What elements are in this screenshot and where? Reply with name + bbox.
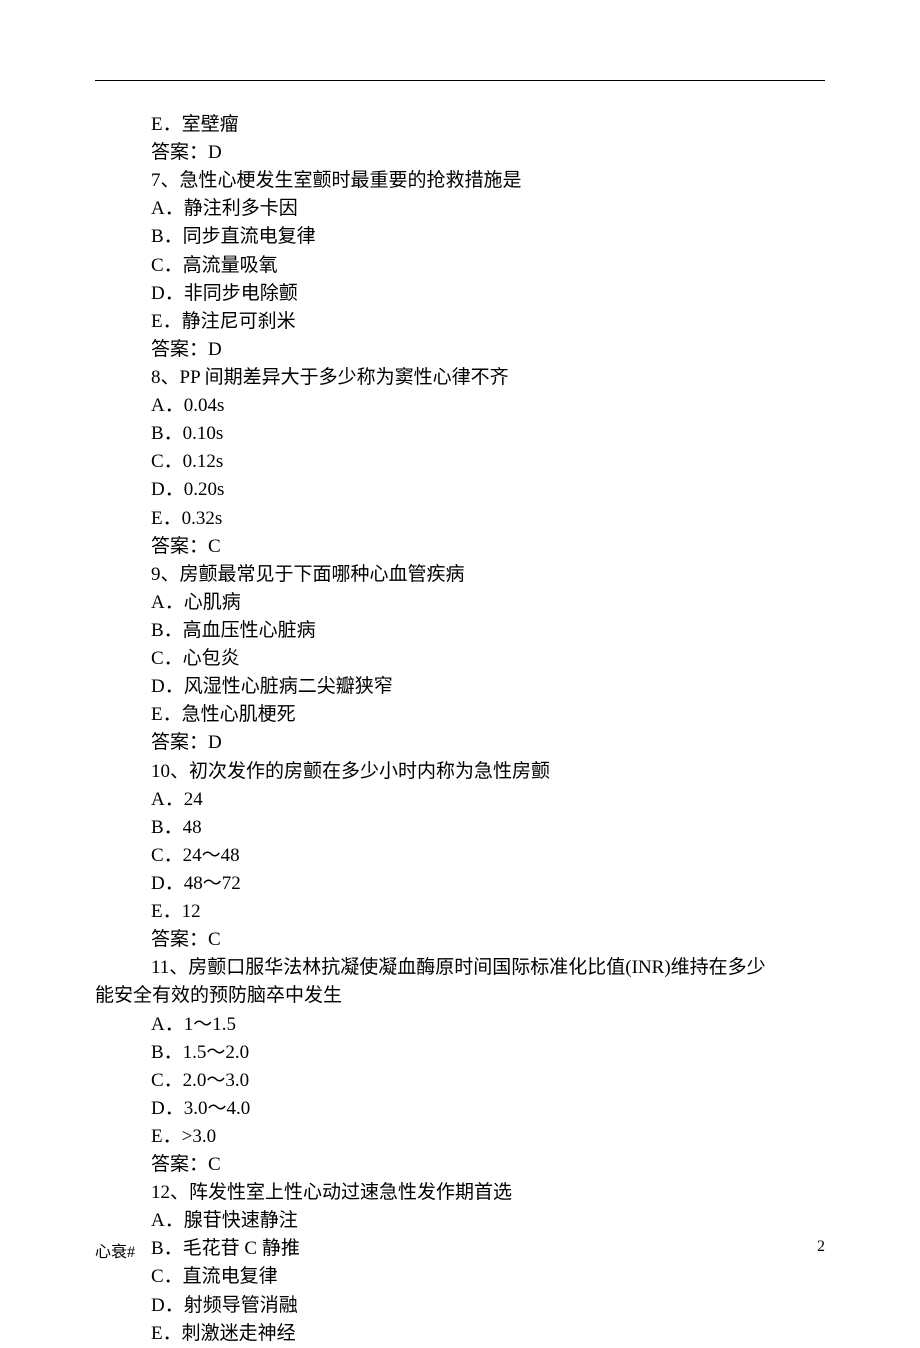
footer-left: 心衰#: [95, 1238, 135, 1262]
text-line: 答案：C: [95, 1151, 825, 1179]
text-line: B．48: [95, 814, 825, 842]
text-line: C．0.12s: [95, 448, 825, 476]
text-line: 12、阵发性室上性心动过速急性发作期首选: [95, 1179, 825, 1207]
text-line: 7、急性心梗发生室颤时最重要的抢救措施是: [95, 167, 825, 195]
text-line: 答案：C: [95, 926, 825, 954]
text-line: B．同步直流电复律: [95, 223, 825, 251]
text-line: B．0.10s: [95, 420, 825, 448]
text-line: A．静注利多卡因: [95, 195, 825, 223]
text-line: E．急性心肌梗死: [95, 701, 825, 729]
page-footer: 心衰# 2: [95, 1238, 825, 1262]
text-line: 答案：D: [95, 336, 825, 364]
text-line: A．24: [95, 786, 825, 814]
text-line: 10、初次发作的房颤在多少小时内称为急性房颤: [95, 758, 825, 786]
text-line: C．直流电复律: [95, 1263, 825, 1291]
document-body: E．室壁瘤答案：D7、急性心梗发生室颤时最重要的抢救措施是A．静注利多卡因B．同…: [95, 111, 825, 1348]
text-line: D．3.0～4.0: [95, 1095, 825, 1123]
text-line: A．腺苷快速静注: [95, 1207, 825, 1235]
header-divider: [95, 80, 825, 81]
text-line: E．静注尼可刹米: [95, 308, 825, 336]
text-line: E．>3.0: [95, 1123, 825, 1151]
text-line: C．2.0～3.0: [95, 1067, 825, 1095]
text-line: E．12: [95, 898, 825, 926]
text-line: D．48～72: [95, 870, 825, 898]
text-line: A．心肌病: [95, 589, 825, 617]
text-line: D．非同步电除颤: [95, 280, 825, 308]
text-line: 能安全有效的预防脑卒中发生: [95, 982, 825, 1010]
document-page: E．室壁瘤答案：D7、急性心梗发生室颤时最重要的抢救措施是A．静注利多卡因B．同…: [0, 0, 920, 1348]
footer-page-number: 2: [817, 1238, 825, 1262]
text-line: B．高血压性心脏病: [95, 617, 825, 645]
text-line: 8、PP 间期差异大于多少称为窦性心律不齐: [95, 364, 825, 392]
text-line: 11、房颤口服华法林抗凝使凝血酶原时间国际标准化比值(INR)维持在多少: [95, 954, 825, 982]
text-line: C．高流量吸氧: [95, 252, 825, 280]
text-line: D．0.20s: [95, 476, 825, 504]
text-line: A．0.04s: [95, 392, 825, 420]
text-line: E．室壁瘤: [95, 111, 825, 139]
text-line: 答案：D: [95, 139, 825, 167]
text-line: D．射频导管消融: [95, 1292, 825, 1320]
text-line: C．24～48: [95, 842, 825, 870]
text-line: E．刺激迷走神经: [95, 1320, 825, 1348]
text-line: 答案：D: [95, 729, 825, 757]
text-line: 答案：C: [95, 533, 825, 561]
text-line: C．心包炎: [95, 645, 825, 673]
text-line: E．0.32s: [95, 505, 825, 533]
text-line: B．1.5～2.0: [95, 1039, 825, 1067]
text-line: 9、房颤最常见于下面哪种心血管疾病: [95, 561, 825, 589]
text-line: D．风湿性心脏病二尖瓣狭窄: [95, 673, 825, 701]
text-line: A．1～1.5: [95, 1011, 825, 1039]
